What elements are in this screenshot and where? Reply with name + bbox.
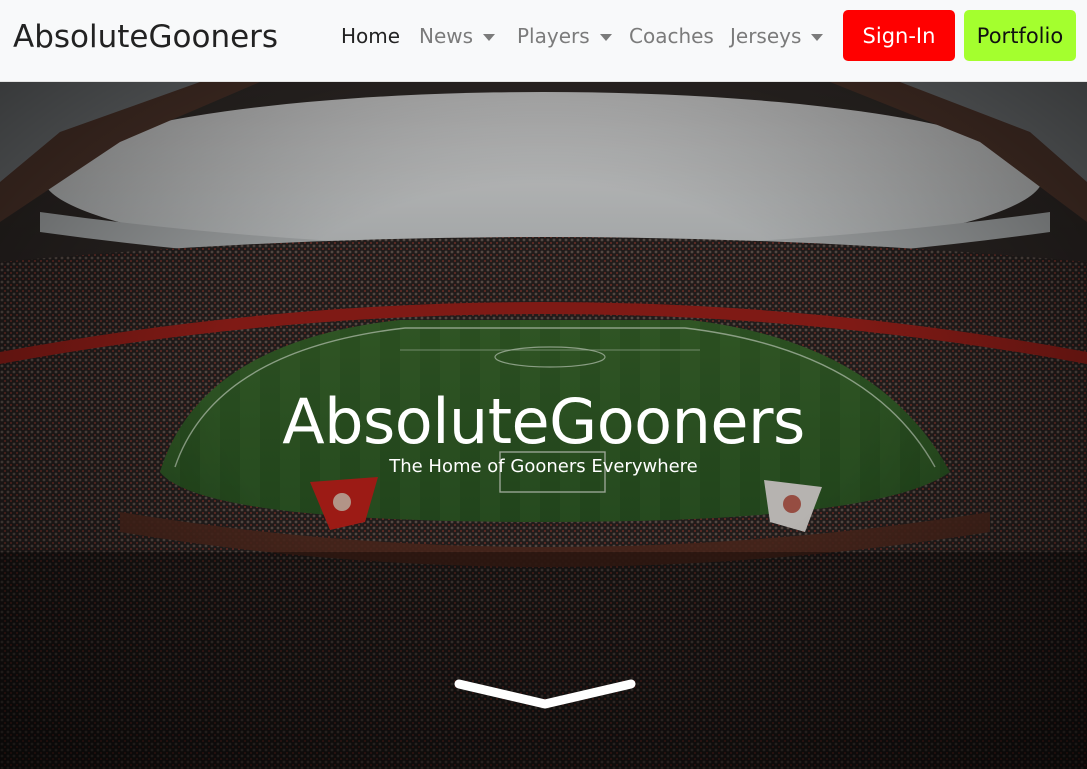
hero-section: AbsoluteGooners The Home of Gooners Ever… [0, 82, 1087, 769]
portfolio-button[interactable]: Portfolio [964, 10, 1076, 61]
signin-button-label: Sign-In [862, 23, 936, 48]
signin-button[interactable]: Sign-In [843, 10, 955, 61]
nav-jerseys-dropdown[interactable]: Jerseys [730, 24, 824, 48]
nav-home-label: Home [341, 24, 401, 48]
caret-down-icon [483, 33, 496, 41]
caret-down-icon [811, 33, 824, 41]
chevron-down-icon[interactable] [453, 678, 637, 714]
nav-coaches[interactable]: Coaches [629, 24, 714, 48]
hero-subtitle: The Home of Gooners Everywhere [389, 456, 698, 477]
top-navbar: AbsoluteGooners Home News Players Coache… [0, 0, 1087, 82]
brand-logo-text[interactable]: AbsoluteGooners [13, 19, 278, 55]
nav-players-label: Players [517, 24, 590, 48]
hero-title: AbsoluteGooners [282, 385, 805, 458]
nav-jerseys-label: Jerseys [730, 24, 802, 48]
nav-home[interactable]: Home [341, 24, 400, 48]
portfolio-button-label: Portfolio [976, 23, 1064, 48]
nav-news-dropdown[interactable]: News [419, 24, 496, 48]
nav-players-dropdown[interactable]: Players [517, 24, 612, 48]
nav-news-label: News [419, 24, 474, 48]
caret-down-icon [599, 33, 612, 41]
nav-coaches-label: Coaches [629, 24, 714, 48]
